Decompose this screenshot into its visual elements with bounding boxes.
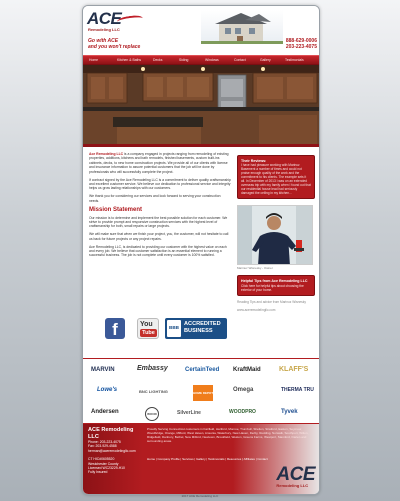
thanks-paragraph: We thank you for considering our service… — [89, 194, 221, 203]
youtube-icon[interactable]: You Tube — [137, 318, 159, 339]
nav-item-windows[interactable]: Windows — [205, 58, 219, 62]
brand-logo[interactable]: Lowe's — [97, 387, 117, 393]
nav-item-decks[interactable]: Decks — [153, 58, 162, 62]
header-phones: 888-629-0006 203-223-4075 — [286, 38, 317, 50]
logo-text: ACE — [87, 9, 122, 28]
brand-logo[interactable]: MARVIN — [91, 367, 115, 373]
brand-logo[interactable]: KLAFF'S — [279, 366, 308, 373]
commitment-paragraph: If contract signed by the Ace Remodeling… — [89, 177, 231, 191]
brand-logo[interactable]: Omega — [233, 387, 253, 393]
nav-item-contact[interactable]: Contact — [234, 58, 246, 62]
kitchen-banner — [83, 64, 319, 147]
nav-item-siding[interactable]: Siding — [179, 58, 188, 62]
footer-link-company-profile[interactable]: Company Profile — [157, 457, 179, 461]
brand-logo[interactable]: WOODPRO — [229, 409, 256, 415]
testimonial-text: I have had pleasure working with Marinuz… — [241, 163, 311, 196]
youtube-tube: Tube — [140, 329, 157, 337]
brand-logo[interactable]: Andersen — [91, 409, 119, 415]
youtube-you: You — [140, 321, 153, 328]
nav-item-home[interactable]: Home — [89, 58, 98, 62]
brand-logo[interactable]: KraftMaid — [233, 367, 261, 373]
nav-item-testimonials[interactable]: Testimonials — [285, 58, 304, 62]
owner-photo — [237, 205, 313, 266]
footer-logo[interactable]: ACE Remodeling LLC — [276, 464, 315, 488]
mission-paragraph-1: Our mission is to determine and implemen… — [89, 215, 228, 229]
phone-2[interactable]: 203-223-4075 — [286, 44, 317, 50]
intro-paragraph: Ace Remodeling LLC is a company engaged … — [89, 152, 231, 174]
footer-links: Home | Company Profile | Services | Gall… — [147, 457, 268, 461]
bbb-mark-text: BBB — [169, 325, 179, 330]
company-name-strong: Ace Remodeling LLC — [89, 152, 124, 156]
brand-logo[interactable]: BNC LIGHTING — [139, 389, 168, 394]
mission-heading: Mission Statement — [89, 206, 143, 213]
footer-email[interactable]: herman@aceremodelingllc.com — [88, 449, 142, 453]
sidebar: Their Reviews: I have had pleasure worki… — [237, 155, 315, 312]
footer-link-testimonials[interactable]: Testimonials — [208, 457, 225, 461]
site-header: ACE Remodeling LLC Go with ACE and you w… — [83, 6, 319, 52]
footer-link-home[interactable]: Home — [147, 457, 155, 461]
nav-item-kitchen-baths[interactable]: Kitchen & Baths — [117, 58, 141, 62]
footer-service-area: Proudly Serving Connecticut customers in… — [147, 427, 309, 443]
site-footer: ACE Remodeling LLC Phone: 203-223-4075 F… — [83, 424, 319, 494]
brand-logo[interactable]: SilverLine — [177, 410, 201, 416]
page-container: ACE Remodeling LLC Go with ACE and you w… — [82, 5, 320, 495]
sidebar-note: Reading Tips and advice from Marinuz Wis… — [237, 299, 306, 304]
social-badges: f You Tube BBB ACCREDITED BUSINESS — [89, 318, 231, 340]
brand-logo[interactable]: CertainTeed — [185, 367, 219, 373]
brand-logo[interactable]: Tyvek — [281, 409, 298, 415]
tips-link[interactable]: Click here for helpful tips about choosi… — [241, 284, 311, 292]
footer-logo-text: ACE — [276, 464, 315, 485]
main-content: Ace Remodeling LLC is a company engaged … — [89, 152, 231, 261]
nav-item-gallery[interactable]: Gallery — [260, 58, 271, 62]
main-nav: Home Kitchen & Baths Decks Siding Window… — [83, 55, 319, 64]
bbb-accredited-badge[interactable]: BBB ACCREDITED BUSINESS — [165, 318, 227, 339]
tagline-line-2: and you won't replace — [88, 44, 141, 50]
mission-paragraph-3: Ace Remodeling LLC, is dedicated to prov… — [89, 244, 227, 258]
testimonial-box: Their Reviews: I have had pleasure worki… — [237, 155, 315, 200]
facebook-icon[interactable]: f — [105, 318, 125, 339]
footer-insured: Fully Insured — [88, 470, 108, 475]
copyright: 2017 ACE Remodeling LLC — [181, 494, 219, 498]
brand-logos: MARVIN Embassy CertainTeed KraftMaid KLA… — [83, 358, 319, 424]
bbb-accredited-text: ACCREDITED BUSINESS — [184, 321, 221, 335]
site-logo[interactable]: ACE Remodeling LLC — [87, 9, 151, 37]
tagline: Go with ACE and you won't replace — [88, 38, 140, 50]
footer-company: ACE Remodeling LLC — [88, 427, 134, 440]
brand-logo[interactable]: Embassy — [137, 365, 168, 372]
footer-link-affiliates[interactable]: Affiliates — [244, 457, 255, 461]
tips-box[interactable]: Helpful Tips from Ace Remodeling LLC Cli… — [237, 275, 315, 296]
house-image — [201, 10, 283, 44]
footer-link-contact[interactable]: Contact — [257, 457, 267, 461]
photo-caption: Marinuz Wisnesky - Owner — [237, 266, 273, 271]
owner-photo-image — [238, 206, 312, 265]
bbb-line-1: ACCREDITED — [184, 321, 221, 327]
brand-logo[interactable]: WOOD — [145, 407, 159, 421]
footer-link-resources[interactable]: Resources — [227, 457, 241, 461]
logo-subtitle: Remodeling LLC — [88, 27, 120, 32]
brand-logo[interactable]: HOME DEPOT — [193, 385, 213, 401]
bbb-line-2: BUSINESS — [184, 328, 213, 334]
sidebar-url[interactable]: www.aceremodelingllc.com — [237, 308, 315, 312]
brand-logo[interactable]: THERMA TRU — [281, 387, 314, 393]
footer-link-services[interactable]: Services — [182, 457, 194, 461]
kitchen-photo — [83, 65, 319, 144]
bbb-torch-icon: BBB — [167, 320, 181, 337]
footer-contact: ACE Remodeling LLC Phone: 203-223-4075 F… — [88, 427, 142, 475]
footer-link-gallery[interactable]: Gallery — [196, 457, 206, 461]
mission-paragraph-2: We will make sure that when we finish yo… — [89, 232, 229, 241]
